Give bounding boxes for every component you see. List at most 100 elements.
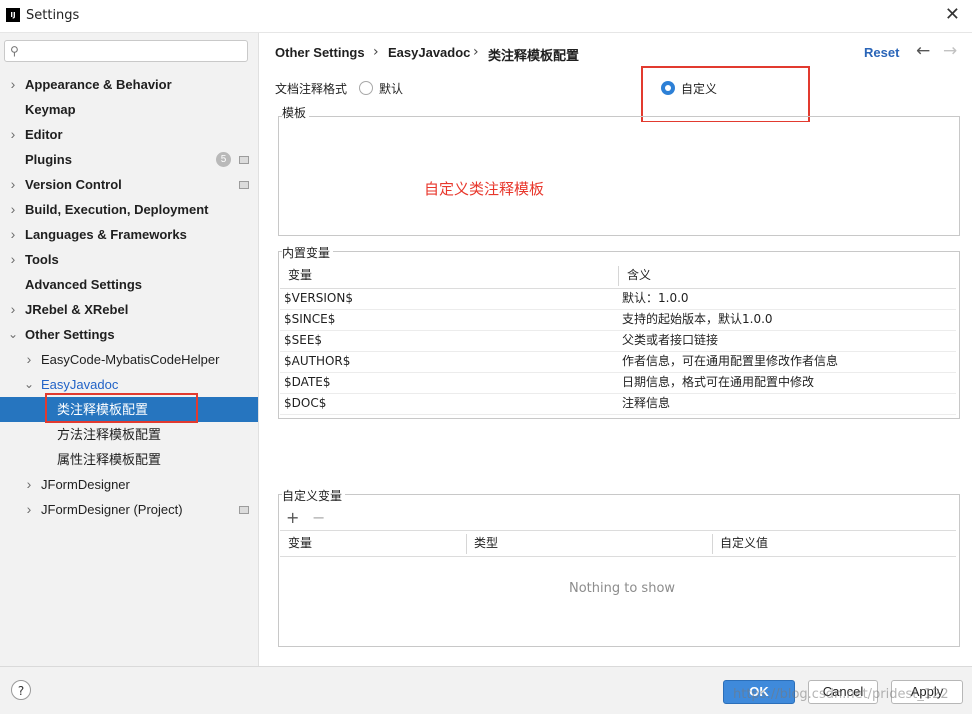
sidebar-item-label: 属性注释模板配置 xyxy=(57,452,162,467)
sidebar-item-label: Tools xyxy=(25,252,59,267)
sidebar-item-field-comment-template[interactable]: 属性注释模板配置 xyxy=(0,447,258,472)
remove-variable-button[interactable]: − xyxy=(312,508,325,527)
sidebar-item-plugins[interactable]: Plugins 5 xyxy=(0,147,258,172)
sidebar-item-label: Advanced Settings xyxy=(25,277,143,292)
sidebar-item-class-comment-template[interactable]: 类注释模板配置 xyxy=(0,397,258,422)
sidebar-item-advanced-settings[interactable]: Advanced Settings xyxy=(0,272,258,297)
sidebar-item-label: JRebel & XRebel xyxy=(25,302,129,317)
chevron-down-icon[interactable]: ⌄ xyxy=(24,372,34,397)
sidebar-item-label: Plugins xyxy=(25,152,72,167)
project-level-icon xyxy=(239,181,249,189)
template-content: 自定义类注释模板 xyxy=(424,180,545,198)
cell-meaning: 作者信息，可在通用配置里修改作者信息 xyxy=(622,354,839,368)
sidebar-item-label: 方法注释模板配置 xyxy=(57,427,162,442)
forward-arrow-icon[interactable]: → xyxy=(943,41,957,61)
cell-variable: $DATE$ xyxy=(284,375,331,389)
search-input[interactable] xyxy=(29,43,243,61)
sidebar-item-label: Keymap xyxy=(25,102,76,117)
template-group-title: 模板 xyxy=(282,104,310,121)
chevron-right-icon[interactable]: › xyxy=(8,172,18,197)
chevron-right-icon[interactable]: › xyxy=(8,297,18,322)
builtin-vars-table: 变量 含义 $VERSION$ 默认：1.0.0 $SINCE$ 支持的起始版本… xyxy=(280,263,956,417)
sidebar-item-jformdesigner-project[interactable]: › JFormDesigner (Project) xyxy=(0,497,258,522)
chevron-right-icon[interactable]: › xyxy=(8,247,18,272)
table-row[interactable]: $AUTHOR$ 作者信息，可在通用配置里修改作者信息 xyxy=(280,351,956,373)
settings-content: Other Settings › EasyJavadoc › 类注释模板配置 R… xyxy=(259,33,972,666)
sidebar-item-label: JFormDesigner xyxy=(41,477,130,492)
sidebar-item-languages-frameworks[interactable]: › Languages & Frameworks xyxy=(0,222,258,247)
sidebar-item-keymap[interactable]: Keymap xyxy=(0,97,258,122)
radio-custom-label[interactable]: 自定义 xyxy=(681,80,717,97)
sidebar-item-easycode-mybatis[interactable]: › EasyCode-MybatisCodeHelper xyxy=(0,347,258,372)
cell-meaning: 注释信息 xyxy=(622,396,671,410)
sidebar-item-appearance-behavior[interactable]: › Appearance & Behavior xyxy=(0,72,258,97)
dialog-footer: ? OK Cancel Apply https://blog.csdn.net/… xyxy=(0,666,972,714)
project-level-icon xyxy=(239,156,249,164)
doc-format-label: 文档注释格式 xyxy=(275,82,348,96)
radio-default[interactable] xyxy=(359,81,373,95)
settings-search[interactable]: ⚲ xyxy=(4,40,248,62)
help-icon[interactable]: ? xyxy=(11,680,31,700)
search-icon: ⚲ xyxy=(10,44,19,58)
chevron-right-icon[interactable]: › xyxy=(24,497,34,522)
cell-variable: $DOC$ xyxy=(284,396,327,410)
intellij-app-icon: IJ xyxy=(6,8,20,22)
empty-table-message: Nothing to show xyxy=(569,581,676,596)
breadcrumb-current-page: 类注释模板配置 xyxy=(488,48,580,63)
chevron-right-icon[interactable]: › xyxy=(8,122,18,147)
sidebar-item-label: Appearance & Behavior xyxy=(25,77,172,92)
column-header-variable[interactable]: 变量 xyxy=(280,531,466,556)
sidebar-item-label: Editor xyxy=(25,127,63,142)
column-header-variable[interactable]: 变量 xyxy=(280,263,618,288)
project-level-icon xyxy=(239,506,249,514)
back-arrow-icon[interactable]: ← xyxy=(916,41,930,61)
sidebar-item-label: EasyCode-MybatisCodeHelper xyxy=(41,352,220,367)
table-row[interactable]: $SINCE$ 支持的起始版本，默认1.0.0 xyxy=(280,309,956,331)
cancel-button[interactable]: Cancel xyxy=(808,680,878,704)
chevron-right-icon[interactable]: › xyxy=(8,197,18,222)
apply-button[interactable]: Apply xyxy=(891,680,963,704)
table-row[interactable]: $DATE$ 日期信息，格式可在通用配置中修改 xyxy=(280,372,956,394)
ok-button[interactable]: OK xyxy=(723,680,795,704)
add-variable-button[interactable]: + xyxy=(286,508,299,527)
table-row[interactable]: $DOC$ 注释信息 xyxy=(280,393,956,415)
sidebar-item-editor[interactable]: › Editor xyxy=(0,122,258,147)
window-title: Settings xyxy=(26,8,80,23)
close-icon[interactable]: ✕ xyxy=(945,4,960,25)
sidebar-item-label: Other Settings xyxy=(25,327,115,342)
chevron-right-icon[interactable]: › xyxy=(24,347,34,372)
sidebar-item-build-execution-deployment[interactable]: › Build, Execution, Deployment xyxy=(0,197,258,222)
column-header-meaning[interactable]: 含义 xyxy=(619,263,956,288)
sidebar-item-other-settings[interactable]: ⌄ Other Settings xyxy=(0,322,258,347)
table-header: 变量 类型 自定义值 xyxy=(280,530,956,557)
sidebar-item-jrebel-xrebel[interactable]: › JRebel & XRebel xyxy=(0,297,258,322)
sidebar-item-label: Languages & Frameworks xyxy=(25,227,187,242)
chevron-right-icon[interactable]: › xyxy=(8,222,18,247)
sidebar-item-label: Version Control xyxy=(25,177,122,192)
radio-custom[interactable] xyxy=(661,81,675,95)
column-header-type[interactable]: 类型 xyxy=(466,531,712,556)
breadcrumb-other-settings[interactable]: Other Settings xyxy=(275,45,365,60)
template-editor[interactable] xyxy=(279,122,959,234)
breadcrumb-easyjavadoc[interactable]: EasyJavadoc xyxy=(388,45,470,60)
sidebar-item-version-control[interactable]: › Version Control xyxy=(0,172,258,197)
sidebar-item-easyjavadoc[interactable]: ⌄ EasyJavadoc xyxy=(0,372,258,397)
chevron-right-icon[interactable]: › xyxy=(24,472,34,497)
chevron-down-icon[interactable]: ⌄ xyxy=(8,322,18,347)
sidebar-item-jformdesigner[interactable]: › JFormDesigner xyxy=(0,472,258,497)
table-header: 变量 含义 xyxy=(280,263,956,289)
chevron-right-icon[interactable]: › xyxy=(8,72,18,97)
table-row[interactable]: $VERSION$ 默认：1.0.0 xyxy=(280,288,956,310)
cell-meaning: 支持的起始版本，默认1.0.0 xyxy=(622,312,773,326)
settings-sidebar: ⚲ › Appearance & Behavior Keymap › Edito… xyxy=(0,33,259,666)
sidebar-item-method-comment-template[interactable]: 方法注释模板配置 xyxy=(0,422,258,447)
breadcrumb-separator-icon: › xyxy=(373,44,379,60)
plugins-update-badge: 5 xyxy=(216,152,231,167)
radio-default-label[interactable]: 默认 xyxy=(379,80,403,97)
column-header-custom-value[interactable]: 自定义值 xyxy=(712,531,956,556)
builtin-vars-group-title: 内置变量 xyxy=(282,244,334,261)
breadcrumb-separator-icon: › xyxy=(473,44,479,60)
sidebar-item-tools[interactable]: › Tools xyxy=(0,247,258,272)
table-row[interactable]: $SEE$ 父类或者接口链接 xyxy=(280,330,956,352)
reset-link[interactable]: Reset xyxy=(864,45,899,60)
